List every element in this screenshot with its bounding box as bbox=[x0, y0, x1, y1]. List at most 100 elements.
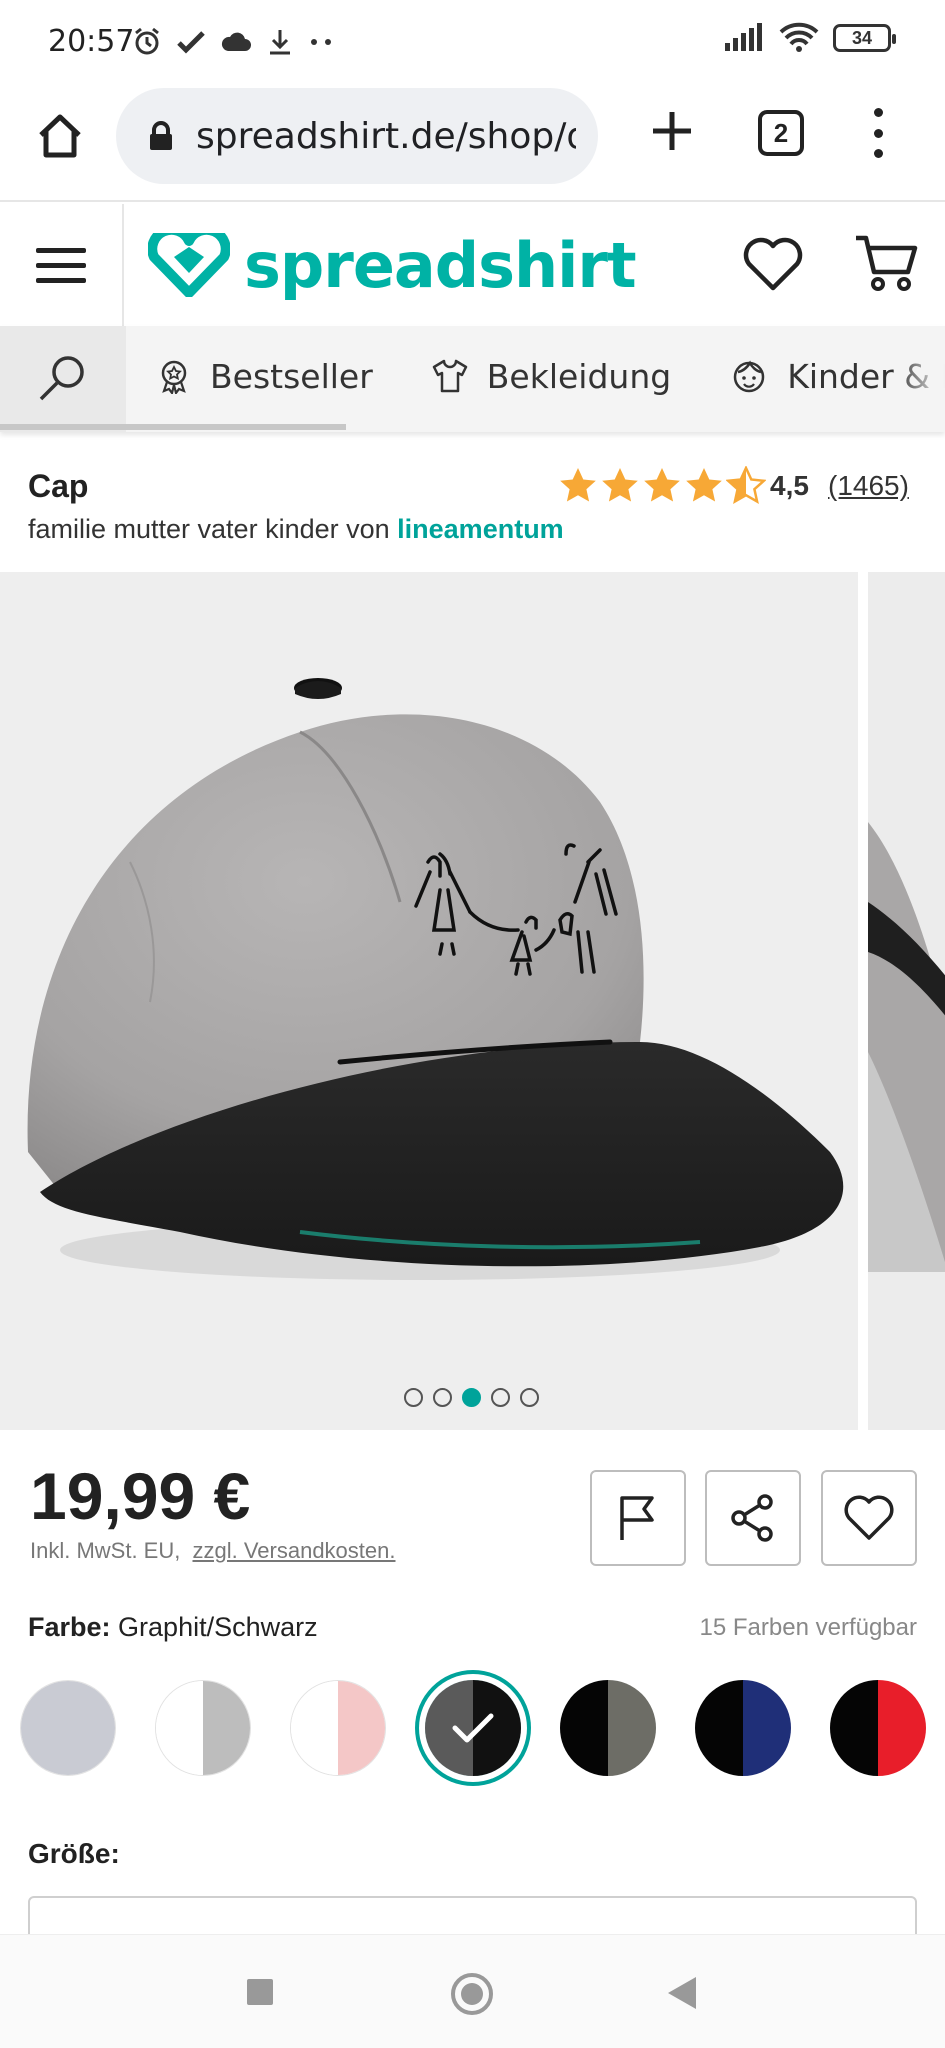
half-star-icon bbox=[726, 466, 766, 504]
product-subtitle-text: familie mutter vater kinder von bbox=[28, 514, 390, 544]
color-swatch[interactable] bbox=[695, 1680, 791, 1776]
status-time: 20:57 bbox=[48, 24, 135, 59]
swatch-half bbox=[68, 1681, 115, 1775]
site-header: spreadshirt bbox=[0, 204, 945, 326]
check-icon bbox=[177, 31, 205, 54]
home-nav-button[interactable] bbox=[451, 1973, 493, 2015]
swatch-half bbox=[156, 1681, 203, 1775]
home-icon bbox=[39, 114, 81, 158]
swatch-half bbox=[878, 1680, 926, 1776]
logo-text: spreadshirt bbox=[244, 228, 637, 302]
product-subtitle: familie mutter vater kinder von lineamen… bbox=[28, 514, 564, 545]
cart-button[interactable] bbox=[852, 230, 922, 296]
color-swatch[interactable] bbox=[290, 1680, 386, 1776]
browser-menu-button[interactable] bbox=[866, 108, 890, 158]
rating-stars bbox=[558, 466, 766, 504]
carousel-dot[interactable] bbox=[404, 1388, 423, 1407]
checkmark-icon bbox=[452, 1713, 494, 1743]
star-icon bbox=[602, 468, 638, 502]
wishlist-button[interactable] bbox=[740, 232, 806, 298]
product-image-next[interactable] bbox=[868, 572, 945, 1430]
menu-dot-icon bbox=[873, 108, 883, 117]
tab-switcher-button[interactable]: 2 bbox=[758, 110, 804, 156]
new-tab-button[interactable] bbox=[644, 106, 700, 162]
url-text: spreadshirt.de/shop/d bbox=[196, 115, 576, 157]
hamburger-menu-button[interactable] bbox=[0, 204, 124, 326]
category-bekleidung[interactable]: Bekleidung bbox=[431, 357, 671, 396]
swatch-half bbox=[560, 1680, 608, 1776]
badge-icon bbox=[161, 360, 187, 394]
swatch-half bbox=[743, 1680, 791, 1776]
rating-value: 4,5 bbox=[770, 470, 809, 501]
category-bestseller[interactable]: Bestseller bbox=[156, 357, 373, 396]
color-swatch[interactable] bbox=[830, 1680, 926, 1776]
heart-icon bbox=[844, 1495, 894, 1540]
carousel-dots bbox=[404, 1388, 539, 1407]
carousel-dot[interactable] bbox=[520, 1388, 539, 1407]
hamburger-line bbox=[36, 247, 86, 253]
url-bar[interactable]: spreadshirt.de/shop/d bbox=[116, 88, 598, 184]
share-button[interactable] bbox=[705, 1470, 801, 1566]
swatch-half bbox=[21, 1681, 68, 1775]
lock-icon bbox=[150, 121, 172, 150]
system-nav-bar bbox=[0, 1934, 945, 2048]
wifi-icon bbox=[779, 22, 819, 52]
color-swatch[interactable] bbox=[560, 1680, 656, 1776]
spreadshirt-logo[interactable]: spreadshirt bbox=[148, 226, 637, 304]
color-swatch-selected[interactable] bbox=[425, 1680, 521, 1776]
status-system-icons: 34 bbox=[723, 22, 896, 54]
star-icon bbox=[644, 468, 680, 502]
report-button[interactable] bbox=[590, 1470, 686, 1566]
share-icon bbox=[731, 1494, 773, 1542]
product-price: 19,99 € bbox=[30, 1459, 251, 1533]
category-nav: Bestseller Bekleidung Kinder & Babys bbox=[0, 326, 945, 432]
favorite-button[interactable] bbox=[821, 1470, 917, 1566]
color-label: Farbe: Graphit/Schwarz bbox=[28, 1612, 318, 1643]
status-bar: 20:57 34 bbox=[0, 0, 945, 82]
cap-image-next bbox=[868, 822, 945, 1430]
shipping-costs-link[interactable]: zzgl. Versandkosten. bbox=[192, 1538, 395, 1563]
cap-image bbox=[27, 678, 844, 1280]
status-notification-icons bbox=[132, 22, 336, 62]
carousel-dot[interactable] bbox=[433, 1388, 452, 1407]
price-note: Inkl. MwSt. EU, zzgl. Versandkosten. bbox=[30, 1538, 396, 1564]
plus-icon bbox=[653, 112, 691, 150]
color-swatch[interactable] bbox=[20, 1680, 116, 1776]
category-label: Bekleidung bbox=[486, 356, 672, 396]
flag-icon bbox=[620, 1496, 654, 1540]
swatch-half bbox=[830, 1680, 878, 1776]
product-image-carousel[interactable] bbox=[0, 572, 945, 1430]
carousel-dot-active[interactable] bbox=[462, 1388, 481, 1407]
size-label: Größe: bbox=[28, 1838, 120, 1869]
search-button[interactable] bbox=[0, 326, 126, 432]
hamburger-line bbox=[36, 277, 86, 283]
back-button[interactable] bbox=[668, 1977, 696, 2009]
swatch-half bbox=[338, 1681, 385, 1775]
color-count: 15 Farben verfügbar bbox=[699, 1614, 917, 1641]
home-button[interactable] bbox=[30, 106, 90, 166]
menu-dot-icon bbox=[873, 128, 883, 138]
signal-icon bbox=[725, 23, 762, 51]
more-dots-icon bbox=[311, 39, 331, 45]
heart-icon bbox=[743, 237, 803, 291]
star-icon bbox=[686, 468, 722, 502]
cloud-icon bbox=[221, 32, 251, 51]
price-tax-note: Inkl. MwSt. EU, bbox=[30, 1538, 181, 1563]
product-title: Cap bbox=[28, 468, 89, 504]
logo-heart-icon bbox=[148, 233, 230, 297]
rating-count-link[interactable]: (1465) bbox=[828, 470, 909, 502]
category-scroll-indicator bbox=[0, 424, 346, 430]
browser-toolbar: spreadshirt.de/shop/d 2 bbox=[0, 82, 945, 202]
recent-apps-button[interactable] bbox=[247, 1979, 273, 2005]
download-icon bbox=[270, 30, 290, 55]
menu-dot-icon bbox=[873, 149, 883, 158]
color-swatch[interactable] bbox=[155, 1680, 251, 1776]
swatch-half bbox=[203, 1681, 250, 1775]
tshirt-icon bbox=[432, 359, 468, 393]
product-image-cap[interactable] bbox=[0, 572, 858, 1430]
carousel-dot[interactable] bbox=[491, 1388, 510, 1407]
category-label: Bestseller bbox=[210, 356, 373, 396]
category-fade bbox=[895, 326, 945, 426]
battery-icon: 34 bbox=[833, 24, 896, 52]
designer-link[interactable]: lineamentum bbox=[397, 514, 564, 544]
